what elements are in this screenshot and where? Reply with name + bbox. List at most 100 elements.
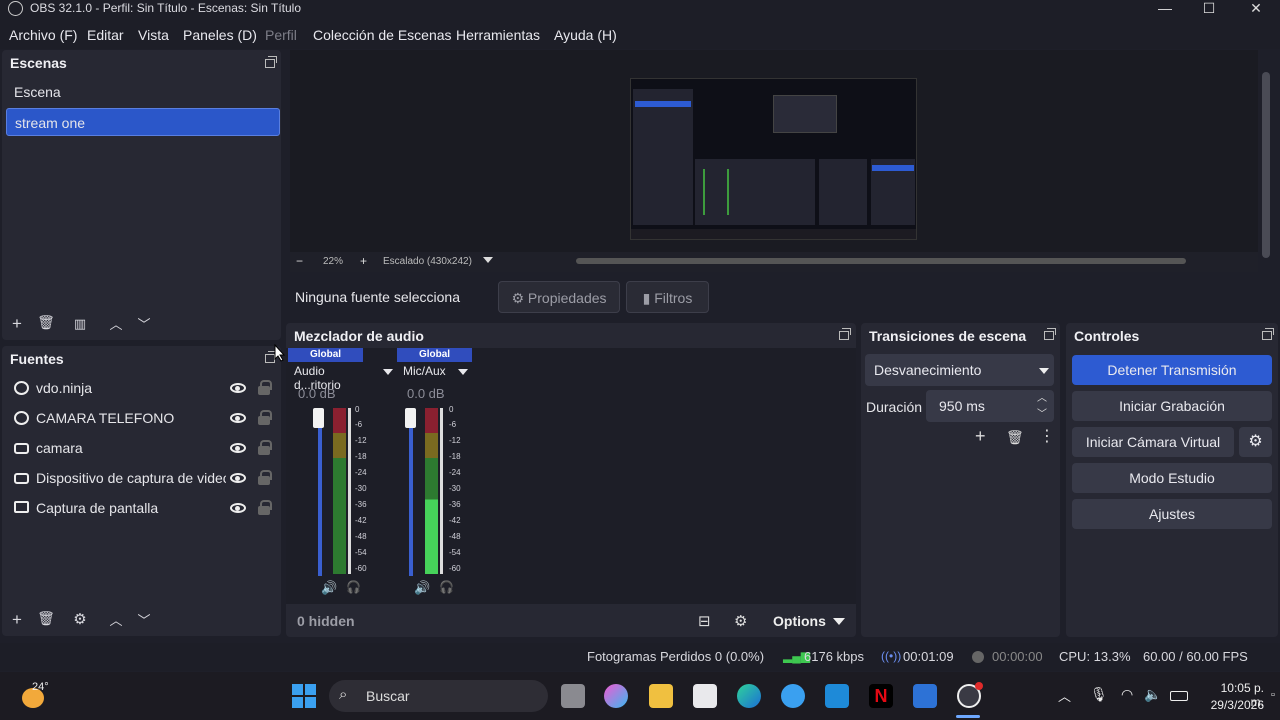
undock-icon[interactable]	[1044, 328, 1056, 340]
menu-coleccion-escenas[interactable]: Colección de Escenas	[313, 27, 452, 43]
notifications-icon[interactable]: ▫	[1271, 689, 1275, 701]
menu-archivo[interactable]: Archivo (F)	[9, 27, 77, 43]
mixer-options-button[interactable]: Options	[773, 613, 826, 629]
preview-vertical-scrollbar[interactable]	[1262, 72, 1270, 258]
filters-button[interactable]: ▮ Filtros	[626, 281, 709, 313]
source-item[interactable]: Captura de pantalla	[6, 494, 280, 522]
lock-icon[interactable]	[258, 410, 272, 425]
channel-dropdown-icon[interactable]	[383, 369, 393, 375]
chevron-up-icon[interactable]: ︿	[1058, 686, 1071, 705]
remove-source-icon[interactable]: 🗑	[36, 610, 56, 627]
undock-icon[interactable]	[265, 56, 277, 68]
options-dropdown-icon[interactable]	[833, 618, 845, 625]
help-icon[interactable]	[781, 684, 805, 708]
stop-streaming-button[interactable]: Detener Transmisión	[1072, 355, 1272, 385]
gear-icon: ⚙	[511, 290, 528, 306]
menu-herramientas[interactable]: Herramientas	[456, 27, 540, 43]
move-up-icon[interactable]: ︿	[106, 610, 126, 629]
move-up-icon[interactable]: ︿	[106, 314, 126, 333]
remove-scene-icon[interactable]: 🗑	[36, 314, 56, 331]
chevron-down-icon[interactable]	[1039, 368, 1049, 374]
spin-down-icon[interactable]: ﹀	[1037, 405, 1047, 420]
window-title: OBS 32.1.0 - Perfil: Sin Título - Escena…	[30, 1, 302, 15]
monitor-headphones-icon[interactable]: 🎧	[439, 580, 454, 594]
mute-speaker-icon[interactable]: 🔊	[321, 580, 337, 596]
streaming-icon: ((•))	[881, 649, 902, 663]
preview-scrollbar[interactable]	[576, 258, 1186, 264]
lock-icon[interactable]	[258, 470, 272, 485]
move-down-icon[interactable]: ﹀	[134, 314, 154, 333]
maximize-button[interactable]: ☐	[1186, 0, 1232, 18]
source-item[interactable]: camara	[6, 434, 280, 462]
edge-browser-icon[interactable]	[737, 684, 761, 708]
source-item[interactable]: vdo.ninja	[6, 374, 280, 402]
task-view-icon[interactable]	[561, 684, 585, 708]
windows-start-icon[interactable]	[292, 684, 316, 708]
undock-icon[interactable]	[839, 328, 851, 340]
scene-item-selected[interactable]: stream one	[6, 108, 280, 136]
studio-mode-button[interactable]: Modo Estudio	[1072, 463, 1272, 493]
taskbar-search-box[interactable]: ⌕ Buscar	[329, 680, 548, 712]
minimize-button[interactable]: —	[1142, 0, 1188, 18]
zoom-out-button[interactable]: −	[296, 254, 303, 268]
netflix-icon[interactable]: N	[869, 684, 893, 708]
close-button[interactable]: ✕	[1233, 0, 1279, 18]
mixer-layout-icon[interactable]: ⊟	[698, 612, 711, 630]
source-item[interactable]: Dispositivo de captura de video	[6, 464, 280, 492]
microsoft-store-icon[interactable]	[693, 684, 717, 708]
start-recording-button[interactable]: Iniciar Grabación	[1072, 391, 1272, 421]
scene-filters-icon[interactable]: ▥	[70, 316, 90, 332]
visibility-eye-icon[interactable]	[230, 383, 246, 393]
battery-icon[interactable]	[1170, 691, 1188, 701]
tick-label: -48	[449, 532, 461, 541]
mute-speaker-icon[interactable]: 🔊	[414, 580, 430, 596]
recording-badge-icon	[975, 682, 983, 690]
scene-item[interactable]: Escena	[6, 78, 280, 106]
monitor-headphones-icon[interactable]: 🎧	[346, 580, 361, 594]
visibility-eye-icon[interactable]	[230, 503, 246, 513]
menu-perfil[interactable]: Perfil	[265, 27, 297, 43]
mixer-settings-gear-icon[interactable]: ⚙	[734, 612, 747, 630]
lock-icon[interactable]	[258, 380, 272, 395]
source-item[interactable]: CAMARA TELEFONO	[6, 404, 280, 432]
remove-transition-icon[interactable]: 🗑	[1006, 429, 1024, 446]
properties-button[interactable]: ⚙ Propiedades	[498, 281, 620, 313]
add-scene-icon[interactable]: +	[7, 314, 27, 334]
add-source-icon[interactable]: +	[7, 610, 27, 630]
clock-date[interactable]: 29/3/2026	[1206, 698, 1264, 712]
copilot-icon[interactable]	[604, 684, 628, 708]
app-icon[interactable]	[825, 684, 849, 708]
duration-spinbox[interactable]: 950 ms	[926, 390, 1054, 422]
source-properties-gear-icon[interactable]: ⚙	[70, 610, 90, 628]
tick-label: -42	[355, 516, 367, 525]
lock-icon[interactable]	[258, 500, 272, 515]
file-explorer-icon[interactable]	[649, 684, 673, 708]
visibility-eye-icon[interactable]	[230, 443, 246, 453]
menu-paneles[interactable]: Paneles (D)	[183, 27, 257, 43]
start-virtual-camera-button[interactable]: Iniciar Cámara Virtual	[1072, 427, 1234, 457]
menu-ayuda[interactable]: Ayuda (H)	[554, 27, 617, 43]
camera-icon	[14, 473, 29, 484]
speaker-icon[interactable]: 🔈	[1144, 686, 1161, 703]
wifi-icon[interactable]: ◠	[1121, 686, 1133, 703]
transition-select[interactable]: Desvanecimiento	[865, 354, 1054, 386]
settings-button[interactable]: Ajustes	[1072, 499, 1272, 529]
remote-desktop-icon[interactable]	[913, 684, 937, 708]
lock-icon[interactable]	[258, 440, 272, 455]
undock-icon[interactable]	[1262, 328, 1274, 340]
microphone-icon[interactable]: 🎙	[1090, 686, 1108, 703]
program-preview-screen[interactable]	[630, 78, 917, 240]
channel-dropdown-icon[interactable]	[458, 369, 468, 375]
spin-up-icon[interactable]: ︿	[1037, 389, 1047, 404]
visibility-eye-icon[interactable]	[230, 473, 246, 483]
menu-editar[interactable]: Editar	[87, 27, 124, 43]
virtual-camera-settings-gear-icon[interactable]: ⚙	[1239, 427, 1272, 457]
visibility-eye-icon[interactable]	[230, 413, 246, 423]
zoom-in-button[interactable]: +	[360, 254, 367, 268]
scale-dropdown-icon[interactable]	[483, 257, 493, 263]
add-transition-icon[interactable]: +	[975, 426, 986, 447]
menu-vista[interactable]: Vista	[138, 27, 169, 43]
preview-area[interactable]: − 22% + Escalado (430x242)	[290, 50, 1258, 272]
move-down-icon[interactable]: ﹀	[134, 610, 154, 629]
more-options-icon[interactable]: ⋮	[1039, 426, 1055, 446]
